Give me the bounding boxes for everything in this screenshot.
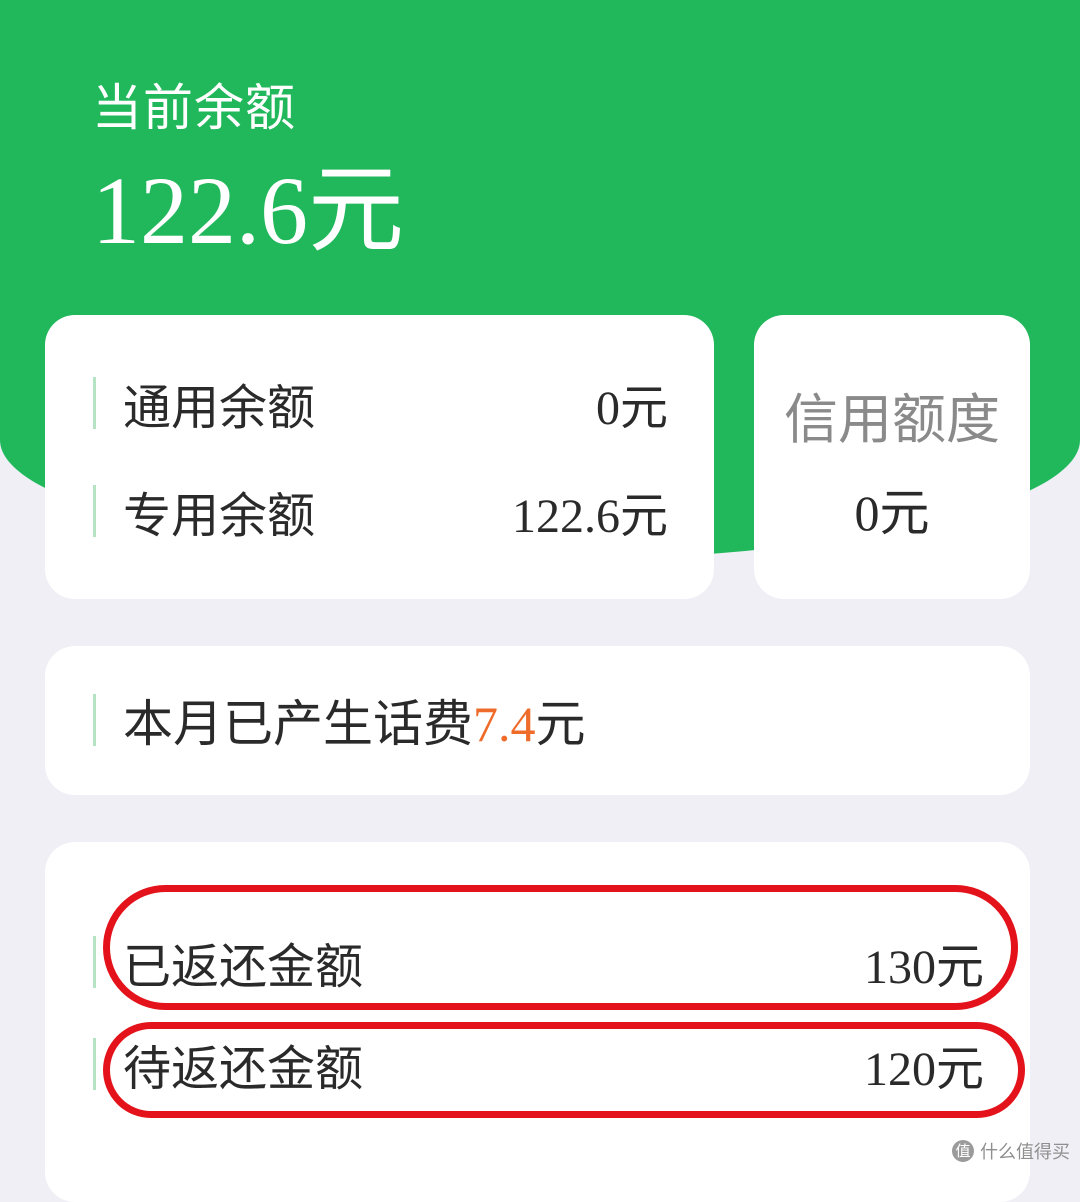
- row-accent-bar: [93, 485, 96, 537]
- balance-amount: 122.6元: [92, 157, 404, 264]
- monthly-charge-amount: 7.4: [473, 696, 536, 752]
- row-accent-bar: [93, 1038, 96, 1090]
- dedicated-balance-value: 122.6元: [511, 490, 668, 543]
- general-balance-label: 通用余额: [123, 380, 316, 436]
- general-balance-value: 0元: [595, 382, 668, 435]
- credit-limit-title: 信用额度: [784, 388, 1000, 451]
- monthly-charge-text: 本月已产生话费7.4元: [123, 684, 586, 756]
- highlight-oval-pending: [103, 1022, 1025, 1118]
- monthly-charge-card[interactable]: 本月已产生话费7.4元: [45, 646, 1030, 795]
- balance-label: 当前余额: [92, 79, 296, 137]
- highlight-oval-returned: [103, 885, 1018, 1010]
- watermark-text: 什么值得买: [980, 1142, 1070, 1163]
- dedicated-balance-label: 专用余额: [123, 488, 316, 544]
- general-balance-row: 通用余额 0元: [93, 373, 668, 436]
- balance-breakdown-card[interactable]: 通用余额 0元 专用余额 122.6元: [45, 315, 714, 599]
- row-accent-bar: [93, 694, 96, 746]
- row-accent-bar: [93, 936, 96, 988]
- credit-limit-value: 0元: [854, 485, 930, 541]
- row-accent-bar: [93, 377, 96, 429]
- monthly-charge-row: 本月已产生话费7.4元: [93, 690, 984, 753]
- watermark: 值 什么值得买: [952, 1138, 1070, 1164]
- dedicated-balance-row: 专用余额 122.6元: [93, 481, 668, 544]
- monthly-charge-unit: 元: [535, 695, 586, 753]
- watermark-logo-icon: 值: [952, 1140, 974, 1162]
- monthly-charge-prefix: 本月已产生话费: [123, 695, 473, 753]
- credit-limit-card[interactable]: 信用额度 0元: [754, 315, 1030, 599]
